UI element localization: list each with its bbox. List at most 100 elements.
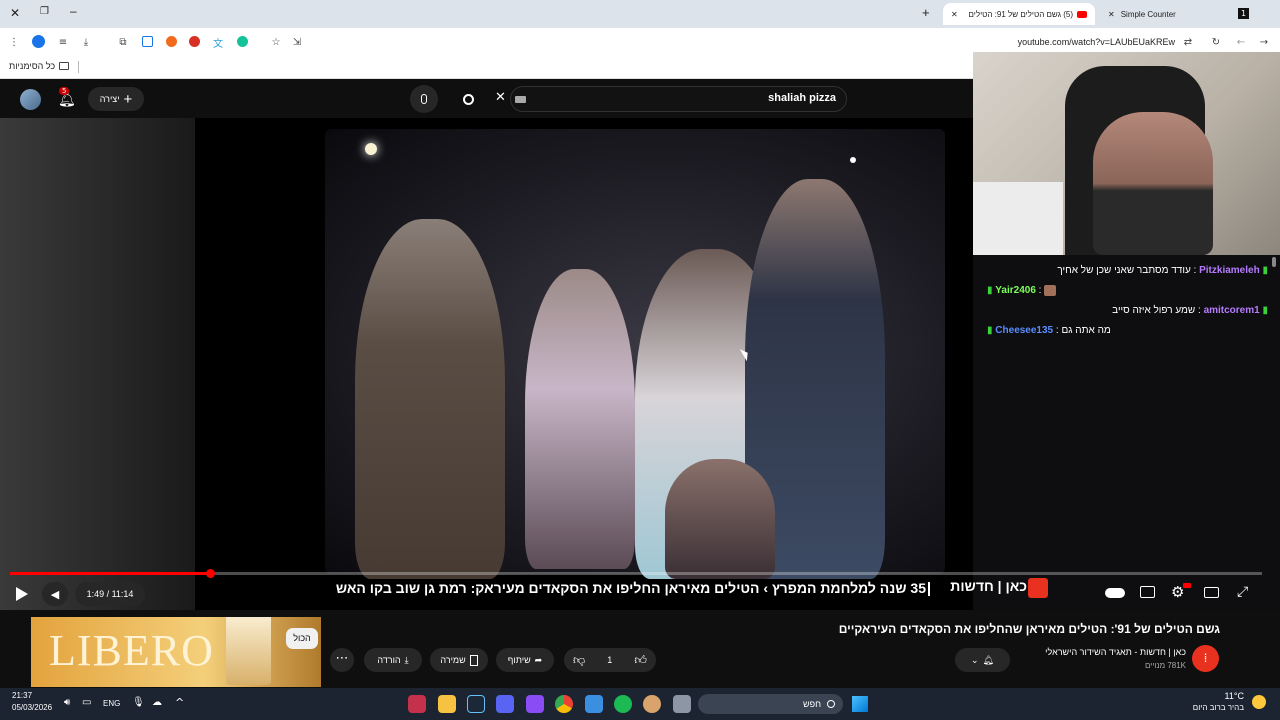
back-icon[interactable]: ← [1235, 36, 1247, 48]
microphone-icon [421, 94, 427, 104]
webcam-streamer [1093, 112, 1213, 255]
start-button-icon[interactable] [852, 696, 868, 712]
bell-icon: 🔔︎ [982, 654, 994, 665]
more-actions-button[interactable]: ⋯ [330, 648, 354, 672]
notifications-button[interactable]: 🔔︎ 5 [58, 87, 78, 109]
webcam-overlay [973, 52, 1280, 255]
app-icon-purple[interactable] [526, 695, 544, 713]
all-bookmarks-label: כל הסימניות [9, 61, 56, 71]
all-bookmarks-folder[interactable]: כל הסימניות [9, 61, 70, 71]
tab-simple-counter[interactable]: ✕ Simple Counter [1100, 3, 1230, 25]
weather-temp: 11°C [1224, 691, 1244, 701]
chrome-icon[interactable] [555, 695, 573, 713]
address-bar[interactable]: youtube.com/watch?v=LAUbEUaKREw [1000, 37, 1175, 47]
volume-button[interactable]: ◀︎ [42, 582, 68, 606]
new-tab-button[interactable]: + [922, 5, 930, 20]
extension-icon[interactable] [142, 36, 153, 47]
share-button[interactable]: שיתוף ➦ [496, 648, 554, 672]
search-query: shaliah pizza [768, 92, 836, 104]
network-icon[interactable]: ▭ [82, 697, 91, 708]
ad-banner[interactable]: LIBERO [31, 617, 321, 687]
spotify-icon[interactable] [614, 695, 632, 713]
chat-message: ▮ Pitzkiameleh : עודד מסתבר שאני שכן של … [1057, 265, 1268, 276]
speaker-icon[interactable]: 🔊︎ [64, 697, 70, 708]
keyboard-icon[interactable] [515, 96, 526, 103]
channel-name[interactable]: כאן | חדשות - תאגיד השידור הישראלי [1010, 647, 1186, 657]
windows-taskbar: 21:37 05/03/2026 🔊︎ ▭ ENG 🎙︎ ☁ ^ חפש 11°… [0, 688, 1280, 720]
minimize-window-icon[interactable]: – [70, 4, 77, 18]
language-indicator[interactable]: ENG [103, 699, 120, 708]
reload-icon[interactable]: ↻ [1210, 36, 1222, 48]
download-button[interactable]: הורדה ⤓ [364, 648, 422, 672]
channel-tag: כאן | חדשות [950, 578, 1027, 594]
chat-username: Yair2406 [995, 285, 1036, 297]
extension-icon[interactable] [166, 36, 177, 47]
clock-time[interactable]: 21:37 [12, 691, 32, 700]
voice-search-button[interactable] [410, 85, 438, 113]
close-window-icon[interactable]: ✕ [10, 6, 20, 20]
fullscreen-icon[interactable]: ⤢ [1237, 584, 1248, 600]
channel-avatar[interactable]: ⁞ [1192, 645, 1219, 672]
theater-mode-icon[interactable] [1204, 587, 1219, 598]
app-icon-red[interactable] [408, 695, 426, 713]
extensions-icon[interactable]: ⧉ [117, 36, 129, 48]
ad-product-image [226, 617, 271, 685]
search-input[interactable]: ✕ shaliah pizza [495, 86, 847, 112]
tab-youtube[interactable]: ✕ (5) גשם הטילים של 91: הטילים [943, 3, 1095, 25]
menu-icon[interactable]: ⋮ [8, 36, 20, 48]
play-button[interactable] [12, 584, 32, 604]
install-app-icon[interactable]: ⇲ [291, 36, 303, 48]
search-icon [827, 700, 835, 708]
chat-username: amitcorem1 [1203, 305, 1260, 316]
bookmark-star-icon[interactable]: ☆ [270, 36, 282, 48]
avatar[interactable] [20, 89, 41, 110]
apps-grid-icon[interactable] [585, 695, 603, 713]
profile-icon[interactable] [32, 35, 45, 48]
app-icon-window[interactable] [673, 695, 691, 713]
weather-widget[interactable]: 11°C בהיר ברוב היום [1190, 691, 1268, 717]
search-button[interactable] [454, 86, 482, 112]
file-explorer-icon[interactable] [438, 695, 456, 713]
discord-icon[interactable] [496, 695, 514, 713]
clear-search-icon[interactable]: ✕ [495, 90, 506, 105]
bookmarks-bar: כל הסימניות [0, 55, 973, 79]
video-title: גשם הטילים של 91': הטילים מאיראן שהחליפו… [838, 622, 1220, 636]
download-icon: ⤓ [404, 654, 409, 665]
close-tab-icon[interactable]: ✕ [1108, 10, 1115, 19]
webcam-bed [973, 182, 1063, 255]
autoplay-toggle[interactable] [1105, 588, 1125, 598]
dislike-icon[interactable]: 👎︎ [573, 653, 585, 668]
chat-text: מה אתה גם [1061, 325, 1111, 336]
cloud-tray-icon[interactable]: ☁ [152, 697, 162, 708]
forward-icon[interactable]: → [1258, 36, 1270, 48]
tray-expand-icon[interactable]: ^ [175, 696, 184, 709]
microphone-tray-icon[interactable]: 🎙︎ [132, 697, 145, 708]
subtitles-icon[interactable] [1140, 586, 1155, 598]
playlist-icon[interactable]: ≡ [57, 36, 69, 48]
clock-date[interactable]: 05/03/2026 [12, 703, 52, 712]
ticker-divider [928, 582, 930, 596]
create-button[interactable]: יצירה + [88, 87, 144, 111]
subscriber-count: 781K מנויים [1144, 661, 1186, 670]
extension-icon[interactable] [189, 36, 200, 47]
bookmarks-divider [78, 61, 79, 73]
chevron-down-icon: ⌄ [971, 654, 979, 665]
grammarly-icon[interactable] [237, 36, 248, 47]
share-label: שיתוף [507, 655, 531, 665]
folder-icon [59, 62, 70, 70]
restore-window-icon[interactable]: ❐ [40, 6, 49, 17]
save-button[interactable]: שמירה [430, 648, 488, 672]
taskbar-search[interactable]: חפש [698, 694, 843, 714]
chip-all[interactable]: הכול [286, 628, 318, 649]
subscribe-bell-button[interactable]: ⌄ 🔔︎ [955, 648, 1010, 672]
video-frame[interactable] [325, 129, 945, 579]
chat-scrollbar[interactable] [1272, 257, 1276, 267]
download-label: הורדה [377, 655, 401, 665]
translate-icon[interactable]: 文 [212, 36, 224, 50]
download-icon[interactable]: ⤓ [80, 36, 92, 48]
close-tab-icon[interactable]: ✕ [951, 10, 958, 19]
like-icon[interactable]: 👍︎ [634, 653, 647, 668]
app-icon-profile[interactable] [643, 695, 661, 713]
site-settings-icon[interactable]: ⇄ [1182, 36, 1194, 48]
steam-icon[interactable] [467, 695, 485, 713]
